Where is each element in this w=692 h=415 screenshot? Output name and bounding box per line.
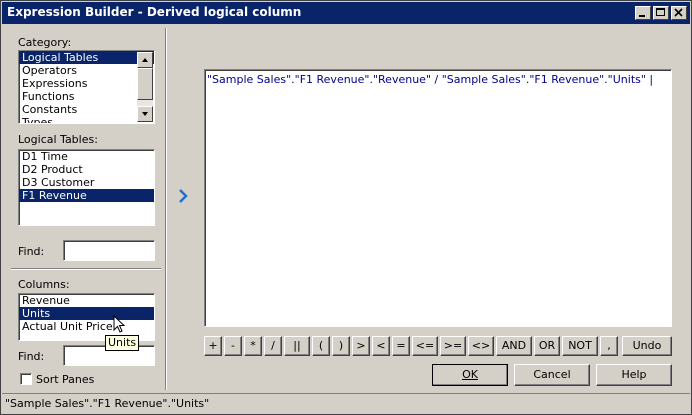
category-item[interactable]: Expressions bbox=[19, 77, 154, 90]
window-title: Expression Builder - Derived logical col… bbox=[7, 5, 302, 19]
arrow-down-icon bbox=[142, 112, 148, 116]
operator-button[interactable]: / bbox=[264, 336, 282, 356]
ok-button[interactable]: OK bbox=[432, 364, 508, 386]
maximize-button[interactable] bbox=[653, 6, 669, 20]
find-label-top: Find: bbox=[18, 245, 45, 258]
find-input-top[interactable] bbox=[63, 240, 155, 261]
column-item[interactable]: Revenue bbox=[19, 294, 154, 307]
arrow-up-icon bbox=[142, 58, 148, 62]
category-item[interactable]: Operators bbox=[19, 64, 154, 77]
find-label-bottom: Find: bbox=[18, 350, 45, 363]
undo-button[interactable]: Undo bbox=[622, 336, 672, 356]
title-bar: Expression Builder - Derived logical col… bbox=[2, 2, 690, 24]
category-scrollbar[interactable] bbox=[137, 52, 153, 122]
column-tooltip: Units bbox=[105, 335, 140, 351]
sort-panes-label: Sort Panes bbox=[36, 373, 95, 386]
logical-table-item[interactable]: D1 Time bbox=[19, 150, 154, 163]
expression-builder-window: Expression Builder - Derived logical col… bbox=[0, 0, 692, 415]
close-button[interactable] bbox=[671, 6, 687, 20]
category-listbox[interactable]: Logical Tables Operators Expressions Functi… bbox=[18, 50, 155, 124]
close-icon bbox=[674, 8, 683, 17]
logical-tables-list: D1 Time D2 Product D3 Customer F1 Revenue bbox=[19, 150, 154, 202]
minimize-button[interactable] bbox=[635, 6, 651, 20]
logical-table-item[interactable]: F1 Revenue bbox=[19, 189, 154, 202]
expression-editor[interactable]: "Sample Sales"."F1 Revenue"."Revenue" / … bbox=[204, 69, 672, 327]
category-item[interactable]: Logical Tables bbox=[19, 51, 154, 64]
status-text: "Sample Sales"."F1 Revenue"."Units" bbox=[5, 397, 210, 410]
operator-button[interactable]: ) bbox=[332, 336, 350, 356]
operator-button[interactable]: || bbox=[284, 336, 310, 356]
columns-listbox[interactable]: Revenue Units Actual Unit Price bbox=[18, 293, 155, 341]
scroll-up-button[interactable] bbox=[137, 52, 153, 68]
category-item[interactable]: Types bbox=[19, 116, 154, 123]
category-label: Category: bbox=[18, 36, 72, 49]
cancel-button[interactable]: Cancel bbox=[514, 364, 590, 386]
maximize-icon bbox=[656, 8, 665, 16]
scroll-down-button[interactable] bbox=[137, 106, 153, 122]
chevron-right-icon[interactable] bbox=[178, 189, 190, 203]
operator-button[interactable]: - bbox=[224, 336, 242, 356]
category-list: Logical Tables Operators Expressions Functi… bbox=[19, 51, 154, 123]
column-item[interactable]: Units bbox=[19, 307, 154, 320]
category-item[interactable]: Constants bbox=[19, 103, 154, 116]
operator-button[interactable]: * bbox=[244, 336, 262, 356]
operator-button[interactable]: , bbox=[600, 336, 618, 356]
operator-button[interactable]: >= bbox=[440, 336, 466, 356]
operator-button[interactable]: NOT bbox=[562, 336, 598, 356]
operator-button[interactable]: OR bbox=[534, 336, 560, 356]
operator-button[interactable]: > bbox=[352, 336, 370, 356]
operator-button[interactable]: < bbox=[372, 336, 390, 356]
operator-button[interactable]: <= bbox=[412, 336, 438, 356]
expression-text: "Sample Sales"."F1 Revenue"."Revenue" / … bbox=[207, 73, 654, 86]
columns-label: Columns: bbox=[18, 278, 70, 291]
help-button[interactable]: Help bbox=[596, 364, 672, 386]
operator-button[interactable]: AND bbox=[496, 336, 532, 356]
left-pane-divider bbox=[11, 268, 161, 270]
logical-table-item[interactable]: D3 Customer bbox=[19, 176, 154, 189]
pane-splitter[interactable] bbox=[165, 28, 167, 390]
logical-tables-label: Logical Tables: bbox=[18, 133, 98, 146]
minimize-icon bbox=[639, 15, 645, 17]
mouse-pointer-icon bbox=[113, 315, 126, 333]
sort-panes-checkbox[interactable] bbox=[20, 373, 32, 385]
column-item[interactable]: Actual Unit Price bbox=[19, 320, 154, 333]
operator-button[interactable]: ( bbox=[312, 336, 330, 356]
operator-button[interactable]: <> bbox=[468, 336, 494, 356]
logical-table-item[interactable]: D2 Product bbox=[19, 163, 154, 176]
operator-button[interactable]: + bbox=[204, 336, 222, 356]
scroll-thumb[interactable] bbox=[137, 68, 153, 100]
operator-button[interactable]: = bbox=[392, 336, 410, 356]
columns-list: Revenue Units Actual Unit Price bbox=[19, 294, 154, 333]
status-bar: "Sample Sales"."F1 Revenue"."Units" bbox=[2, 393, 690, 413]
logical-tables-listbox[interactable]: D1 Time D2 Product D3 Customer F1 Revenue bbox=[18, 149, 155, 226]
category-item[interactable]: Functions bbox=[19, 90, 154, 103]
